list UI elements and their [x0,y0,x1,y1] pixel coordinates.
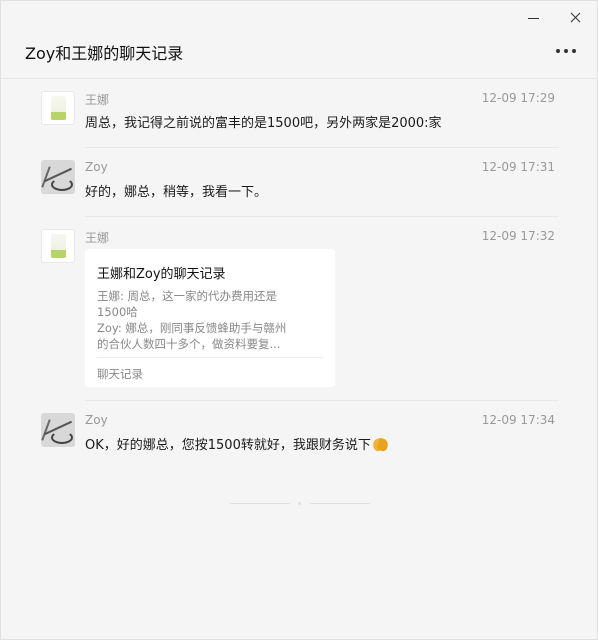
sender-name: Zoy [85,160,108,174]
message-time: 12-09 17:34 [481,413,555,427]
avatar-sketch-stroke [51,178,73,191]
avatar[interactable] [41,160,75,194]
end-marker-line-right [310,503,370,504]
card-preview-line: Zoy: 娜总，刚同事反馈蜂助手与赣州 [97,321,287,335]
avatar[interactable] [41,91,75,125]
message-divider [85,400,559,401]
end-marker-line-left [230,503,290,504]
message-text: 好的，娜总，稍等，我看一下。 [85,185,268,200]
message-item: Zoy 12-09 17:31 好的，娜总，稍等，我看一下。 [41,160,559,200]
card-preview-line: 王娜: 周总，这一家的代办费用还是 [97,289,278,303]
message-text: 周总，我记得之前说的富丰的是1500吧，另外两家是2000:家 [85,116,442,131]
message-time: 12-09 17:31 [481,160,555,174]
card-footer: 聊天记录 [97,367,143,381]
end-marker-dot [298,502,301,505]
card-title: 王娜和Zoy的聊天记录 [97,267,226,282]
card-divider [97,357,323,358]
sender-name: 王娜 [85,93,110,107]
sender-name: 王娜 [85,231,110,245]
sender-name: Zoy [85,413,108,427]
message-item: 王娜 12-09 17:29 周总，我记得之前说的富丰的是1500吧，另外两家是… [41,91,559,131]
message-text-content: OK，好的娜总，您按1500转就好，我跟财务说下 [85,438,371,453]
more-icon-dot [564,49,568,53]
more-options-button[interactable] [553,41,581,61]
avatar-bottle-liquid [51,112,66,120]
avatar-bottle-liquid [51,250,66,258]
message-item: Zoy 12-09 17:34 OK，好的娜总，您按1500转就好，我跟财务说下 [41,413,559,453]
card-preview-line: 的合伙人数四十多个，做资料要复... [97,337,281,351]
message-item: 王娜 12-09 17:32 王娜和Zoy的聊天记录 王娜: 周总，这一家的代办… [41,229,559,389]
avatar[interactable] [41,229,75,263]
more-icon [556,49,560,53]
message-time: 12-09 17:32 [481,229,555,243]
chat-record-card[interactable]: 王娜和Zoy的聊天记录 王娜: 周总，这一家的代办费用还是 1500哈 Zoy:… [85,249,335,387]
chat-history-window: Zoy和王娜的聊天记录 王娜 12-09 17:29 周总，我记得之前说的富丰的… [0,0,598,640]
minimize-icon [528,18,539,19]
message-time: 12-09 17:29 [481,91,555,105]
message-text: OK，好的娜总，您按1500转就好，我跟财务说下 [85,434,388,453]
card-preview-line: 1500哈 [97,305,138,319]
minimize-button[interactable] [521,7,545,29]
header: Zoy和王娜的聊天记录 [1,33,598,79]
avatar-sketch-stroke [51,431,73,444]
more-icon-dot [572,49,576,53]
folded-hands-emoji [372,437,388,451]
message-divider [85,216,559,217]
title-bar [1,1,598,33]
page-title: Zoy和王娜的聊天记录 [25,44,184,63]
avatar[interactable] [41,413,75,447]
message-divider [85,147,559,148]
close-button[interactable] [564,7,588,29]
